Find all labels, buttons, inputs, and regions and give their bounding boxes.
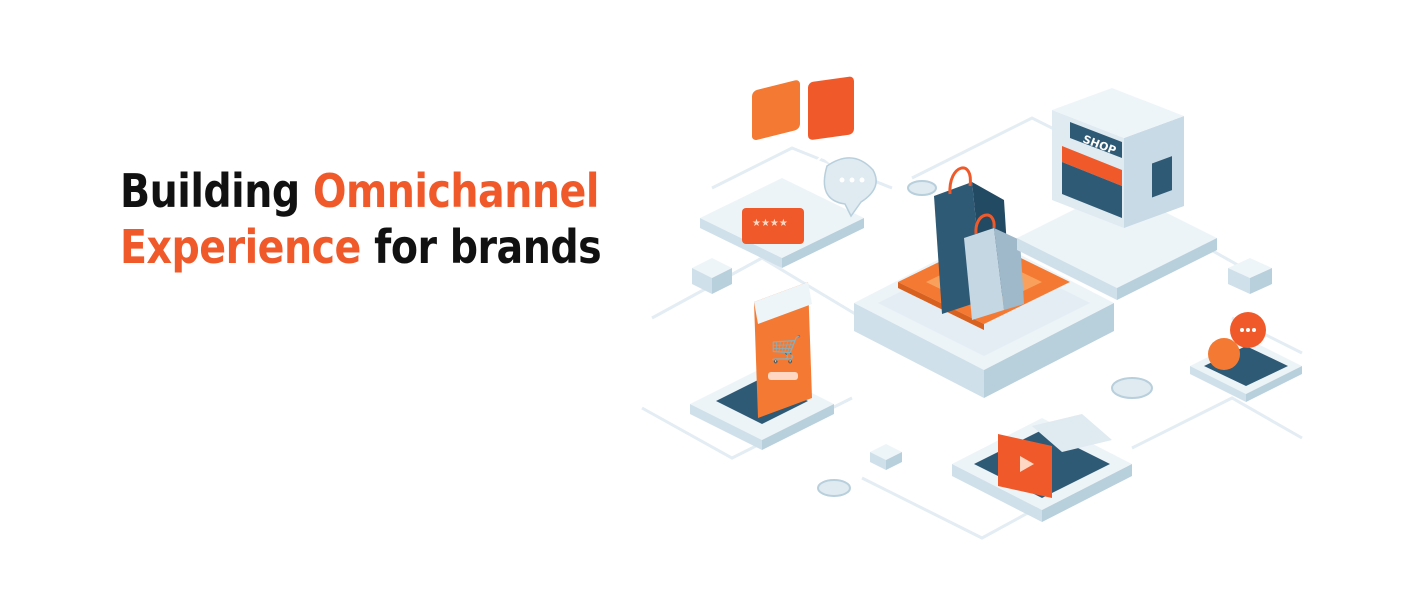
headline-omnichannel: Omnichannel <box>312 164 599 218</box>
headline: Building Omnichannel Experience for bran… <box>120 163 602 275</box>
svg-text:★★★★: ★★★★ <box>752 218 788 229</box>
shop-building: SHOP <box>1017 88 1217 300</box>
headline-experience: Experience <box>120 220 361 274</box>
mobile-store: 🛒 <box>690 282 834 450</box>
headline-building: Building <box>120 164 300 218</box>
chat-bubbles <box>1190 312 1302 402</box>
analytics-panel: ★★★★ <box>700 76 877 268</box>
headline-line-2: Experience for brands <box>120 220 602 274</box>
svg-text:🛒: 🛒 <box>770 334 802 365</box>
headline-for-brands: for brands <box>374 220 602 274</box>
headline-line-1: Building Omnichannel <box>120 164 599 218</box>
media-platform <box>952 414 1132 522</box>
omnichannel-illustration: ★★★★ SHOP 🛒 <box>612 68 1312 562</box>
